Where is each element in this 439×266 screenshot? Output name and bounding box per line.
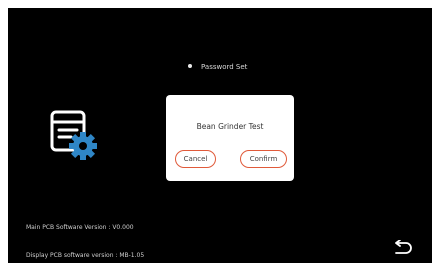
menu-item-label: Password Set xyxy=(201,63,248,71)
main-pcb-version: Main PCB Software Version : V0.000 xyxy=(26,224,134,231)
back-arrow-icon[interactable] xyxy=(392,240,414,254)
settings-document-gear-icon xyxy=(50,110,97,160)
cancel-button[interactable]: Cancel xyxy=(175,150,216,168)
display-pcb-version: Display PCB software version : MB-1.05 xyxy=(26,252,145,259)
confirm-dialog: Bean Grinder Test Cancel Confirm xyxy=(166,95,294,181)
dialog-title: Bean Grinder Test xyxy=(196,122,264,131)
bullet-icon xyxy=(188,63,192,68)
menu-item-password-set[interactable]: Password Set xyxy=(188,60,247,74)
confirm-button[interactable]: Confirm xyxy=(240,150,287,168)
device-screen: Password Set Bean Grinder Test Cancel Co… xyxy=(8,8,432,263)
